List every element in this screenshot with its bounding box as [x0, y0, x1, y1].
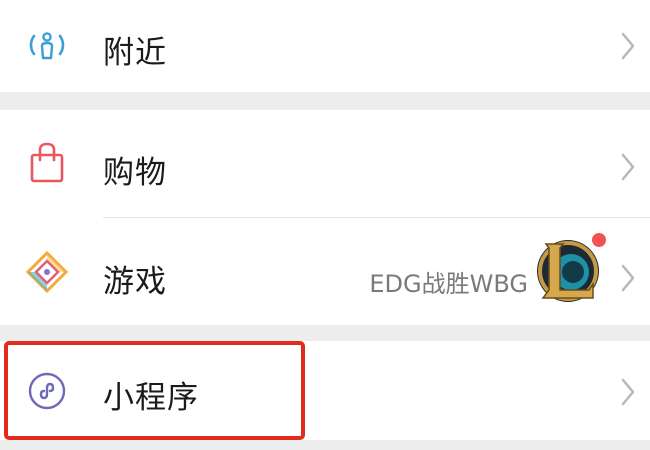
chevron-right-icon — [616, 258, 640, 298]
chevron-right-icon — [616, 372, 640, 412]
game-news-text: EDG战胜WBG — [369, 270, 528, 298]
group-nearby: 附近 — [0, 0, 650, 92]
highlight-box — [4, 341, 305, 440]
menu-item-label: 购物 — [103, 155, 167, 191]
chevron-right-icon — [616, 147, 640, 187]
chevron-right-icon — [616, 26, 640, 66]
menu-item-nearby[interactable]: 附近 — [0, 0, 650, 92]
game-diamond-icon — [22, 247, 72, 297]
menu-item-label: 游戏 — [103, 264, 167, 300]
notification-badge — [592, 233, 606, 247]
league-game-logo-icon — [533, 236, 603, 306]
menu-item-shopping[interactable]: 购物 — [0, 110, 650, 216]
shopping-bag-icon — [22, 138, 72, 188]
discover-menu: 附近 购物 游戏 EDG战胜WBG 小程序 — [0, 0, 650, 450]
nearby-person-icon — [22, 20, 72, 70]
menu-item-label: 附近 — [103, 35, 167, 71]
